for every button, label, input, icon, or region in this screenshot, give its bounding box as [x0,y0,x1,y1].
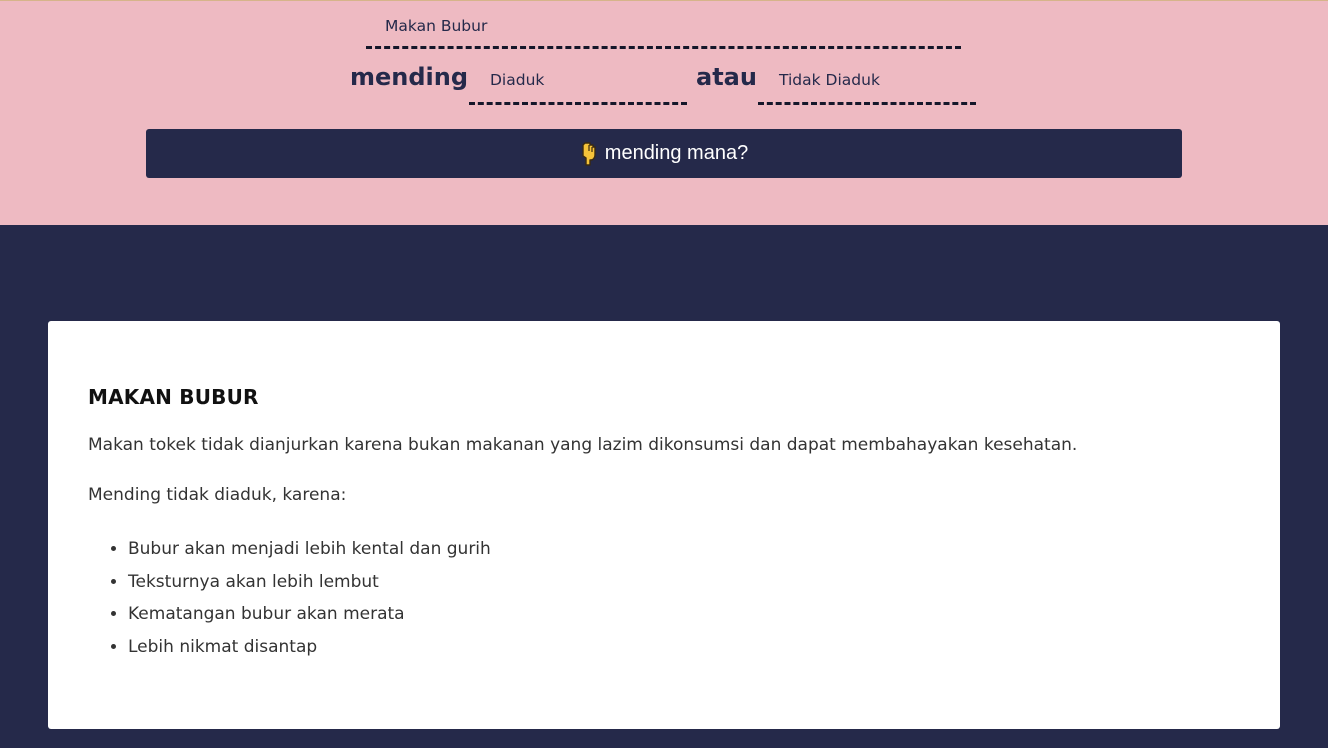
ask-button[interactable]: mending mana? [146,129,1182,178]
list-item: Teksturnya akan lebih lembut [128,566,1240,599]
result-title: MAKAN BUBUR [88,385,259,409]
list-item: Bubur akan menjadi lebih kental dan guri… [128,533,1240,566]
ask-button-label: mending mana? [604,142,749,164]
topic-field[interactable]: Makan Bubur [366,13,961,49]
reasons-list: Bubur akan menjadi lebih kental dan guri… [88,533,1240,663]
option-b-field[interactable]: Tidak Diaduk [758,67,976,105]
result-paragraph-1: Makan tokek tidak dianjurkan karena buka… [88,435,1078,455]
option-a-field[interactable]: Diaduk [469,67,687,105]
list-item: Kematangan bubur akan merata [128,598,1240,631]
option-b-input[interactable]: Tidak Diaduk [779,71,880,89]
result-paragraph-2: Mending tidak diaduk, karena: [88,485,347,505]
atau-label: atau [696,63,757,91]
pointing-down-hand-icon [580,141,598,166]
result-card: MAKAN BUBUR Makan tokek tidak dianjurkan… [48,321,1280,729]
topic-input[interactable]: Makan Bubur [385,17,487,35]
option-a-input[interactable]: Diaduk [490,71,544,89]
mending-label: mending [350,63,469,91]
input-section: Makan Bubur mending Diaduk atau Tidak Di… [0,0,1328,225]
list-item: Lebih nikmat disantap [128,631,1240,664]
